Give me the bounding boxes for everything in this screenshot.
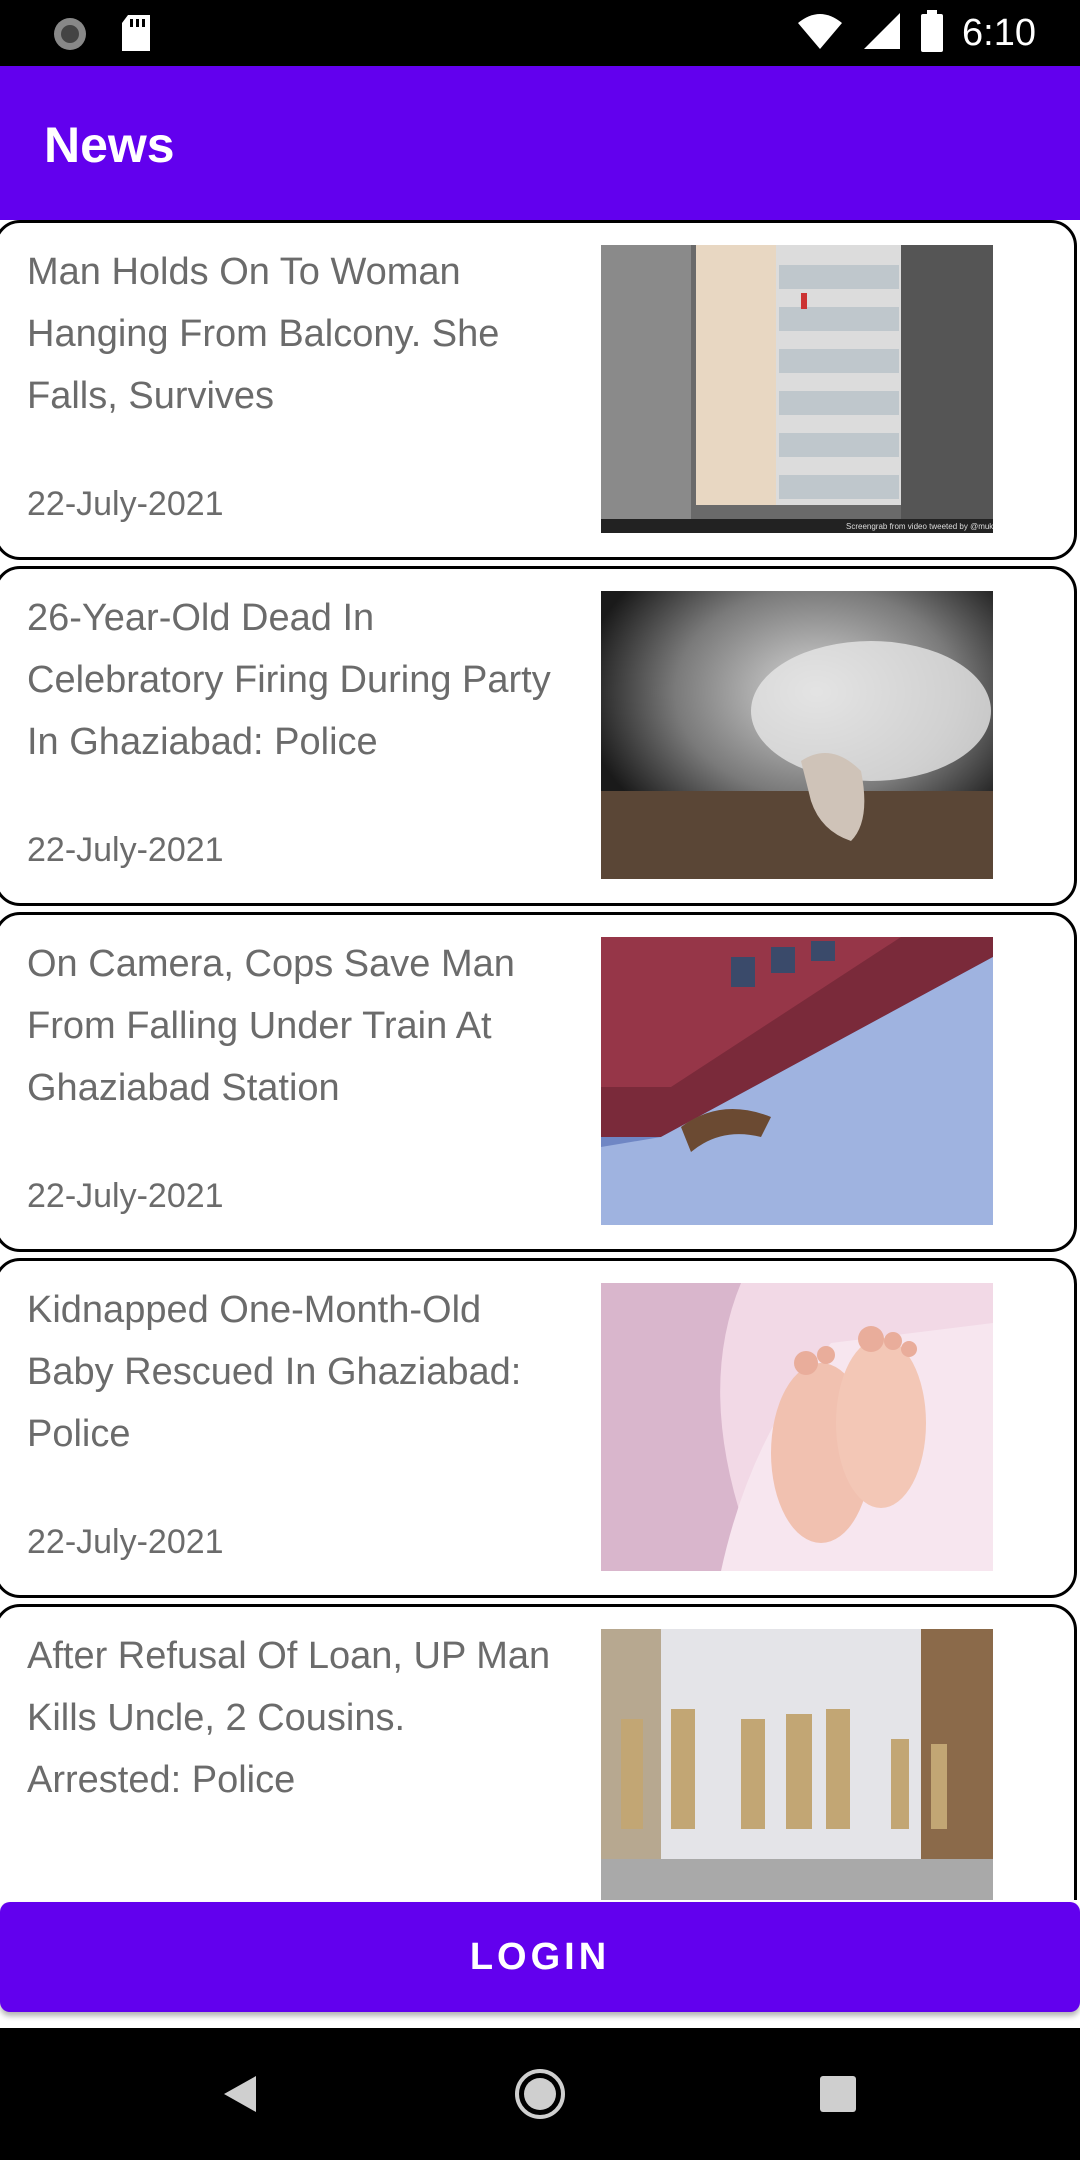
police-street-photo <box>601 1629 993 1900</box>
baby-feet-photo <box>601 1283 993 1571</box>
back-icon[interactable] <box>222 2074 258 2119</box>
news-title: Man Holds On To Woman Hanging From Balco… <box>27 251 500 417</box>
news-date: 22-July-2021 <box>27 831 224 869</box>
news-date: 22-July-2021 <box>27 1177 224 1215</box>
news-date: 22-July-2021 <box>27 1523 224 1561</box>
recents-icon[interactable] <box>820 2076 856 2117</box>
sync-icon <box>50 14 90 59</box>
signal-icon <box>862 11 902 56</box>
status-bar: 6:10 <box>0 0 1080 66</box>
news-card[interactable]: After Refusal Of Loan, UP Man Kills Uncl… <box>0 1604 1077 1900</box>
app-bar: News <box>0 66 1080 220</box>
body-under-sheet-photo <box>601 591 993 879</box>
news-title: 26-Year-Old Dead In Celebratory Firing D… <box>27 597 551 763</box>
login-button[interactable]: LOGIN <box>0 1902 1080 2012</box>
building-balcony-photo: Screengrab from video tweeted by @mukesh… <box>601 245 993 533</box>
home-icon[interactable] <box>514 2068 566 2125</box>
news-title: On Camera, Cops Save Man From Falling Un… <box>27 943 515 1109</box>
news-list[interactable]: Man Holds On To Woman Hanging From Balco… <box>0 220 1080 1900</box>
status-time: 6:10 <box>962 12 1036 54</box>
sd-card-icon <box>120 15 152 58</box>
news-card[interactable]: Man Holds On To Woman Hanging From Balco… <box>0 220 1077 560</box>
page-title: News <box>44 117 175 173</box>
news-card[interactable]: On Camera, Cops Save Man From Falling Un… <box>0 912 1077 1252</box>
news-title: Kidnapped One-Month-Old Baby Rescued In … <box>27 1289 522 1455</box>
wifi-icon <box>796 11 844 56</box>
news-date: 22-July-2021 <box>27 485 224 523</box>
battery-icon <box>920 10 944 57</box>
news-card[interactable]: 26-Year-Old Dead In Celebratory Firing D… <box>0 566 1077 906</box>
news-title: After Refusal Of Loan, UP Man Kills Uncl… <box>27 1635 551 1801</box>
photo-caption: Screengrab from video tweeted by @mukesh… <box>846 522 993 531</box>
news-card[interactable]: Kidnapped One-Month-Old Baby Rescued In … <box>0 1258 1077 1598</box>
train-platform-photo <box>601 937 993 1225</box>
nav-bar <box>0 2028 1080 2160</box>
